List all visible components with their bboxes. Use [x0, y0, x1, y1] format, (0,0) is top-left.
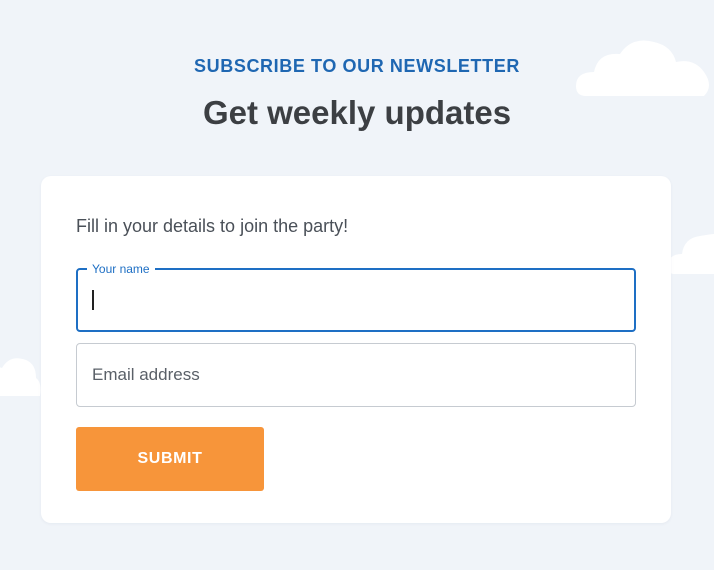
- cloud-decoration: [0, 358, 41, 396]
- subscribe-card: Fill in your details to join the party! …: [41, 176, 671, 523]
- name-field[interactable]: Your name: [76, 262, 636, 332]
- submit-button[interactable]: SUBMIT: [76, 427, 264, 491]
- name-input[interactable]: [78, 270, 634, 330]
- email-input[interactable]: [77, 344, 635, 406]
- form-intro-text: Fill in your details to join the party!: [76, 216, 349, 236]
- cloud-decoration: [668, 234, 714, 274]
- email-field[interactable]: [76, 343, 636, 407]
- page-title: Get weekly updates: [202, 94, 512, 131]
- newsletter-eyebrow: SUBSCRIBE TO OUR NEWSLETTER: [194, 56, 520, 76]
